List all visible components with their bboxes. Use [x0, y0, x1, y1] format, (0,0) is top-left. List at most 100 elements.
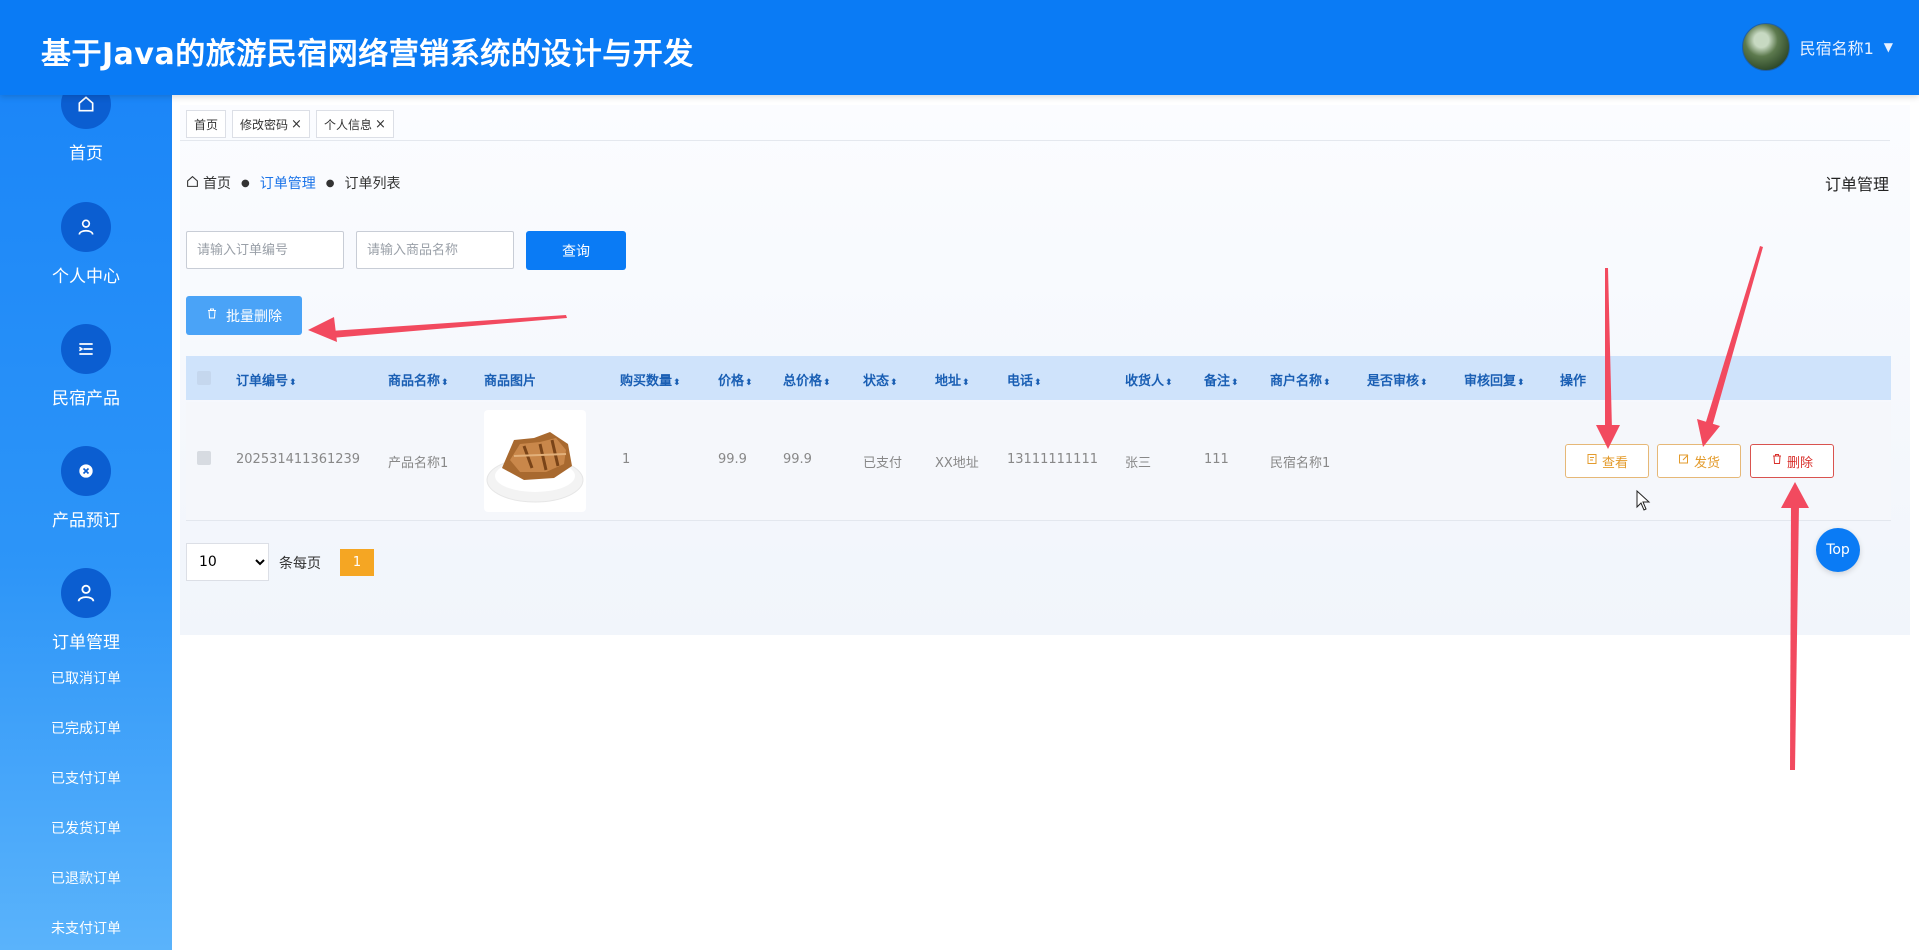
- column-header[interactable]: 商品名称⬍: [388, 370, 449, 389]
- view-button[interactable]: 查看: [1565, 444, 1649, 478]
- column-header[interactable]: 地址⬍: [935, 370, 970, 389]
- sort-icon: ⬍: [1034, 378, 1042, 388]
- cell-status: 已支付: [863, 456, 903, 471]
- sort-icon: ⬍: [745, 378, 753, 388]
- delete-button[interactable]: 删除: [1750, 444, 1834, 478]
- sort-icon: ⬍: [289, 378, 297, 388]
- order-number-input[interactable]: [186, 231, 344, 269]
- column-header[interactable]: 状态⬍: [863, 370, 898, 389]
- avatar[interactable]: [1741, 23, 1790, 71]
- sidebar-item-profile[interactable]: 个人中心: [0, 202, 172, 287]
- edit-icon: [1678, 453, 1690, 469]
- trash-icon: [206, 307, 218, 324]
- column-header[interactable]: 价格⬍: [718, 370, 753, 389]
- close-icon[interactable]: ×: [375, 117, 386, 132]
- sort-icon: ⬍: [823, 378, 831, 388]
- column-header[interactable]: 电话⬍: [1007, 370, 1042, 389]
- breadcrumb-current: 订单列表: [344, 176, 401, 192]
- user-name: 民宿名称1: [1799, 39, 1874, 58]
- tabs-bar: 首页 修改密码 × 个人信息 ×: [186, 110, 394, 138]
- page-number-button[interactable]: 1: [340, 549, 374, 576]
- view-label: 查看: [1601, 455, 1628, 471]
- sidebar-item-label: 产品预订: [52, 511, 120, 531]
- caret-down-icon[interactable]: ▼: [1884, 40, 1893, 54]
- app-title: 基于Java的旅游民宿网络营销系统的设计与开发: [41, 37, 694, 72]
- cell-receiver: 张三: [1125, 456, 1152, 471]
- tab-label: 个人信息: [323, 117, 372, 132]
- column-header: 商品图片: [484, 374, 537, 389]
- sidebar-item-booking[interactable]: 产品预订: [0, 446, 172, 531]
- sidebar-sub-refunded[interactable]: 已退款订单: [0, 868, 172, 888]
- row-checkbox[interactable]: [197, 451, 211, 465]
- tab-change-password[interactable]: 修改密码 ×: [232, 110, 310, 138]
- column-header[interactable]: 收货人⬍: [1125, 370, 1173, 389]
- column-header[interactable]: 总价格⬍: [783, 370, 831, 389]
- sidebar-item-label: 订单管理: [52, 633, 120, 653]
- ship-label: 发货: [1693, 455, 1720, 471]
- cell-total-price: 99.9: [783, 452, 812, 467]
- list-icon: [61, 324, 111, 374]
- page-title: 订单管理: [1824, 175, 1889, 194]
- per-page-label: 条每页: [279, 556, 321, 572]
- sort-icon: ⬍: [962, 378, 970, 388]
- back-to-top-button[interactable]: Top: [1816, 528, 1860, 572]
- sidebar-item-label: 首页: [69, 144, 103, 164]
- sort-icon: ⬍: [1165, 378, 1173, 388]
- sidebar-sub-unpaid[interactable]: 未支付订单: [0, 918, 172, 938]
- query-button[interactable]: 查询: [526, 231, 626, 270]
- sidebar-item-label: 个人中心: [52, 267, 120, 287]
- page-size-select[interactable]: 10: [186, 543, 269, 581]
- select-all-checkbox[interactable]: [197, 371, 211, 385]
- sort-icon: ⬍: [1231, 378, 1239, 388]
- cell-price: 99.9: [718, 452, 747, 467]
- column-header[interactable]: 购买数量⬍: [620, 370, 681, 389]
- sidebar-sub-shipped[interactable]: 已发货订单: [0, 818, 172, 838]
- cell-address: XX地址: [935, 456, 979, 471]
- column-header[interactable]: 审核回复⬍: [1464, 370, 1525, 389]
- breadcrumb: 首页 ● 订单管理 ● 订单列表: [186, 173, 400, 193]
- column-header[interactable]: 订单编号⬍: [236, 370, 297, 389]
- home-icon[interactable]: [186, 175, 199, 192]
- sidebar-item-products[interactable]: 民宿产品: [0, 324, 172, 409]
- sort-icon: ⬍: [1323, 378, 1331, 388]
- column-header[interactable]: 备注⬍: [1204, 370, 1239, 389]
- sort-icon: ⬍: [1420, 378, 1428, 388]
- separator-dot: ●: [325, 177, 335, 189]
- sidebar-sub-paid[interactable]: 已支付订单: [0, 768, 172, 788]
- home-icon: [61, 95, 111, 129]
- trash-icon: [1771, 453, 1783, 469]
- close-icon[interactable]: ×: [291, 117, 302, 132]
- top-header: 基于Java的旅游民宿网络营销系统的设计与开发 民宿名称1 ▼: [0, 0, 1919, 95]
- sidebar-item-home[interactable]: 首页: [0, 95, 172, 164]
- batch-delete-label: 批量删除: [226, 308, 282, 325]
- user-menu[interactable]: 民宿名称1 ▼: [1741, 22, 1893, 72]
- delete-label: 删除: [1786, 455, 1813, 471]
- column-header: 操作: [1560, 374, 1587, 389]
- breadcrumb-home[interactable]: 首页: [203, 173, 231, 193]
- cell-quantity: 1: [622, 452, 631, 467]
- product-name-input[interactable]: [356, 231, 514, 269]
- column-header[interactable]: 商户名称⬍: [1270, 370, 1331, 389]
- table-row: 202531411361239 产品名称1 1 99.9 99.9 已支付 XX…: [186, 402, 1891, 521]
- sidebar-item-orders[interactable]: 订单管理: [0, 568, 172, 653]
- tab-label: 首页: [194, 117, 219, 132]
- tab-profile[interactable]: 个人信息 ×: [315, 110, 394, 138]
- sidebar-sub-cancelled[interactable]: 已取消订单: [0, 668, 172, 688]
- user-icon: [61, 202, 111, 252]
- tab-home[interactable]: 首页: [186, 110, 227, 138]
- breadcrumb-section[interactable]: 订单管理: [260, 173, 316, 193]
- cell-phone: 13111111111: [1007, 452, 1098, 467]
- table-header: 订单编号⬍ 商品名称⬍ 商品图片 购买数量⬍ 价格⬍ 总价格⬍ 状态⬍ 地址⬍ …: [186, 356, 1891, 400]
- column-header[interactable]: 是否审核⬍: [1367, 370, 1428, 389]
- user-icon: [61, 568, 111, 618]
- product-image[interactable]: [484, 410, 586, 512]
- cell-merchant: 民宿名称1: [1270, 456, 1331, 471]
- sidebar: 首页 个人中心 民宿产品 产品预订 订单管理 已取消订单 已完成订单 已支付订单…: [0, 95, 172, 950]
- close-circle-icon: [61, 446, 111, 496]
- sort-icon: ⬍: [1517, 378, 1525, 388]
- sidebar-sub-completed[interactable]: 已完成订单: [0, 718, 172, 738]
- batch-delete-button[interactable]: 批量删除: [186, 296, 302, 335]
- sort-icon: ⬍: [890, 378, 898, 388]
- main-area: [172, 95, 1919, 950]
- ship-button[interactable]: 发货: [1657, 444, 1741, 478]
